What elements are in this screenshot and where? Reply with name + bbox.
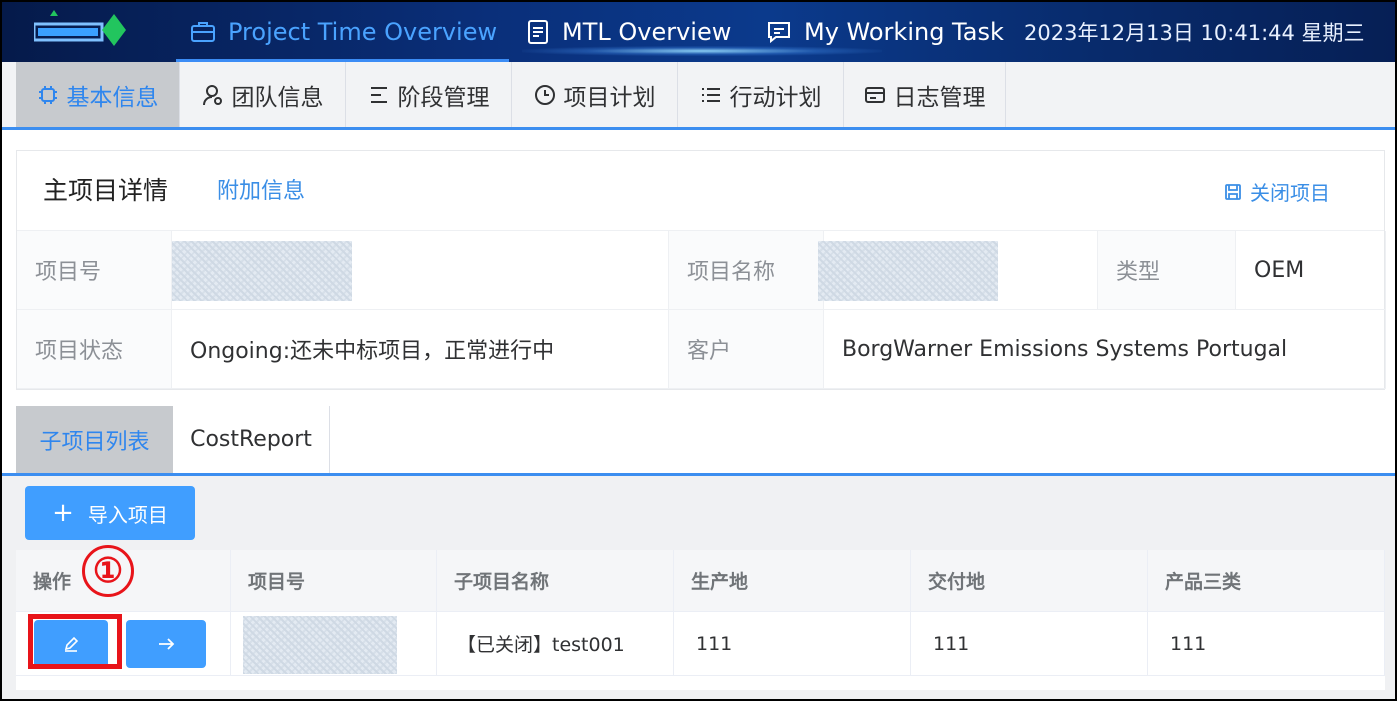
table-cell-product-category: 111: [1148, 612, 1385, 676]
tab-label: 团队信息: [231, 84, 324, 111]
project-status-value: Ongoing:还未中标项目，正常进行中: [172, 310, 669, 389]
table-cell-subproject-name: 【已关闭】test001: [437, 612, 674, 676]
tab-log-management[interactable]: 日志管理: [844, 62, 1006, 127]
nav-mtl-overview[interactable]: MTL Overview: [526, 2, 731, 62]
chat-icon: [768, 22, 790, 44]
sub-tabs: 子项目列表 CostReport: [2, 406, 1395, 476]
nav-project-time-overview[interactable]: Project Time Overview: [175, 2, 510, 62]
arrow-right-icon: [159, 638, 175, 650]
column-header-project-no: 项目号: [231, 550, 437, 612]
table-cell-production-site: 111: [674, 612, 911, 676]
close-project-label: 关闭项目: [1250, 181, 1330, 205]
type-value: OEM: [1236, 231, 1386, 310]
top-navbar: Project Time Overview MTL Overview My Wo…: [2, 2, 1395, 62]
type-label: 类型: [1098, 231, 1236, 310]
tab-label: 基本信息: [66, 84, 159, 111]
chip-icon: [38, 85, 57, 104]
project-no-value: [172, 231, 669, 310]
redacted-project-no: [172, 241, 352, 301]
tab-action-plan[interactable]: 行动计划: [678, 62, 844, 127]
nav-label: MTL Overview: [562, 18, 732, 46]
enter-subproject-button[interactable]: [126, 620, 206, 668]
main-tabs: 基本信息 团队信息 阶段管理 项目计划 行动计划 日志管理: [2, 62, 1395, 130]
subtab-cost-report[interactable]: CostReport: [173, 406, 330, 473]
table-cell-delivery-site: 111: [911, 612, 1148, 676]
tab-team-info[interactable]: 团队信息: [180, 62, 346, 127]
extra-info-link[interactable]: 附加信息: [217, 173, 305, 205]
card-icon: [864, 86, 885, 103]
tab-label: 项目计划: [563, 84, 656, 111]
step-marker: ①: [82, 545, 134, 597]
stages-icon: [370, 86, 387, 103]
column-header-subproject-name: 子项目名称: [437, 550, 674, 612]
project-detail-card: 主项目详情 附加信息 关闭项目 项目号 项目名称 类型 OEM 项目状态 Ong…: [16, 150, 1386, 390]
plus-icon: +: [52, 498, 74, 528]
tab-label: 行动计划: [729, 84, 822, 111]
user-icon: [202, 84, 222, 105]
logo: [34, 10, 126, 46]
column-header-delivery-site: 交付地: [911, 550, 1148, 612]
column-header-production-site: 生产地: [674, 550, 911, 612]
save-icon: [1225, 183, 1241, 200]
project-name-label: 项目名称: [669, 231, 824, 310]
redacted-subproject-no: [243, 616, 397, 674]
project-no-label: 项目号: [17, 231, 172, 310]
nav-my-working-task[interactable]: My Working Task: [766, 2, 1004, 62]
card-header: 主项目详情 附加信息 关闭项目: [17, 151, 1384, 231]
subtab-subproject-list[interactable]: 子项目列表: [16, 406, 173, 473]
tab-stage-management[interactable]: 阶段管理: [346, 62, 512, 127]
table-cell-project-no: [231, 612, 437, 676]
card-title: 主项目详情: [43, 176, 169, 205]
datetime-display: 2023年12月13日 10:41:44 星期三: [1024, 21, 1365, 45]
tab-label: 日志管理: [893, 84, 986, 111]
clock-icon: [534, 84, 555, 105]
column-header-product-category: 产品三类: [1148, 550, 1385, 612]
subproject-table: 操作 项目号 子项目名称 生产地 交付地 产品三类 【已关闭】test001 1…: [16, 550, 1385, 690]
close-project-button[interactable]: 关闭项目: [1224, 177, 1330, 206]
edit-button-highlight: [28, 614, 122, 669]
customer-value: BorgWarner Emissions Systems Portugal: [824, 310, 1386, 389]
nav-label: Project Time Overview: [228, 18, 498, 46]
redacted-project-name: [818, 241, 998, 301]
project-status-label: 项目状态: [17, 310, 172, 389]
project-name-value: [818, 231, 1098, 310]
list-icon: [701, 87, 720, 102]
document-icon: [528, 20, 548, 44]
tab-label: 阶段管理: [397, 84, 490, 111]
tab-basic-info[interactable]: 基本信息: [16, 62, 180, 127]
tab-project-plan[interactable]: 项目计划: [512, 62, 678, 127]
customer-label: 客户: [669, 310, 824, 389]
briefcase-icon: [191, 22, 215, 42]
import-label: 导入项目: [87, 502, 168, 527]
nav-label: My Working Task: [804, 18, 1004, 46]
import-project-button[interactable]: + 导入项目: [25, 486, 195, 540]
